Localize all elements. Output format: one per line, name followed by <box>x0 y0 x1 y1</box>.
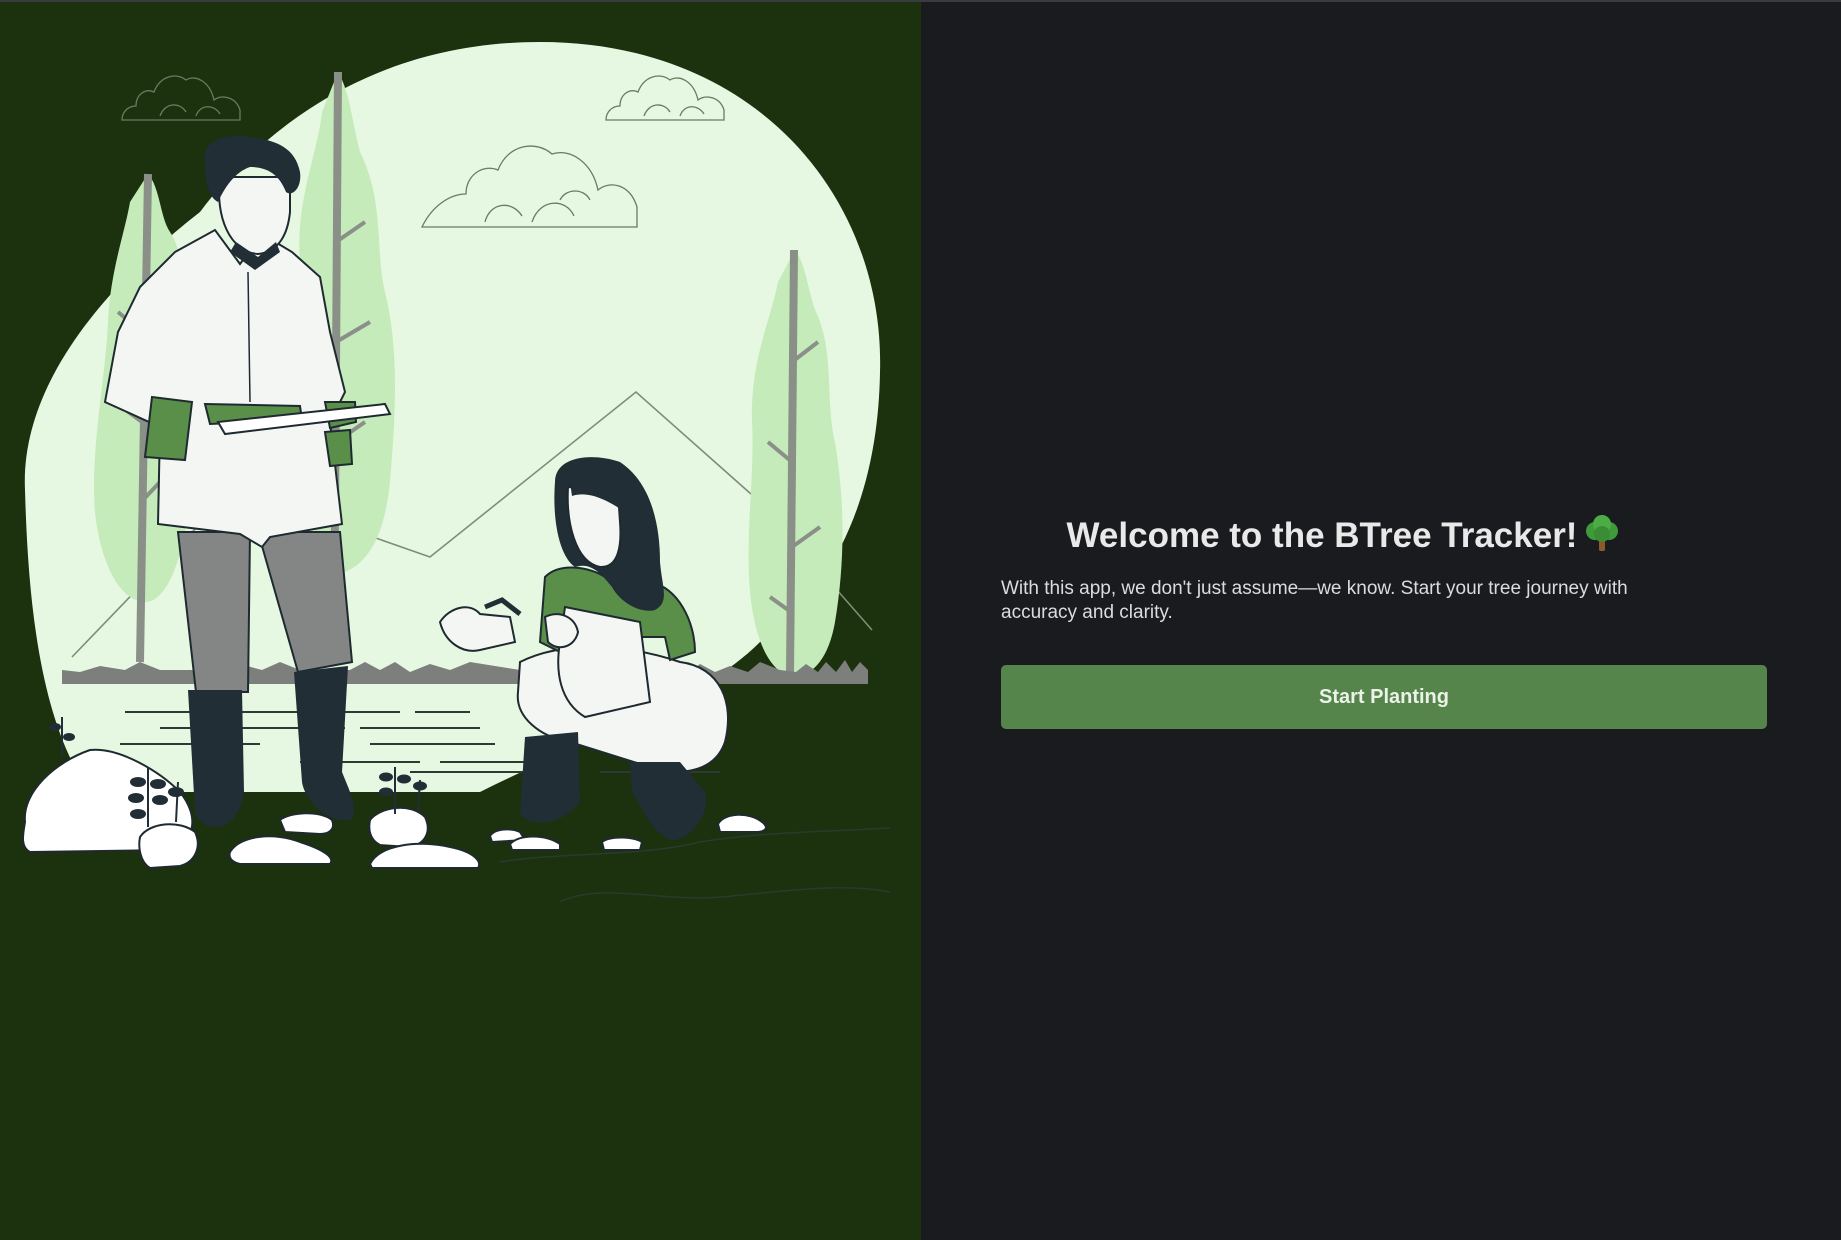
people-planting-trees-illustration <box>22 42 891 903</box>
welcome-panel: Welcome to the BTree Tracker! With this … <box>921 2 1841 1240</box>
water-lines-dark <box>499 827 891 903</box>
welcome-title-text: Welcome to the BTree Tracker! <box>1066 516 1578 555</box>
welcome-description: With this app, we don't just assume—we k… <box>1001 578 1628 623</box>
illustration-panel <box>0 2 921 1240</box>
start-planting-button[interactable]: Start Planting <box>1001 665 1767 729</box>
cloud-icon <box>121 75 241 121</box>
welcome-title: Welcome to the BTree Tracker! <box>1001 514 1687 558</box>
deciduous-tree-icon <box>1586 515 1619 551</box>
